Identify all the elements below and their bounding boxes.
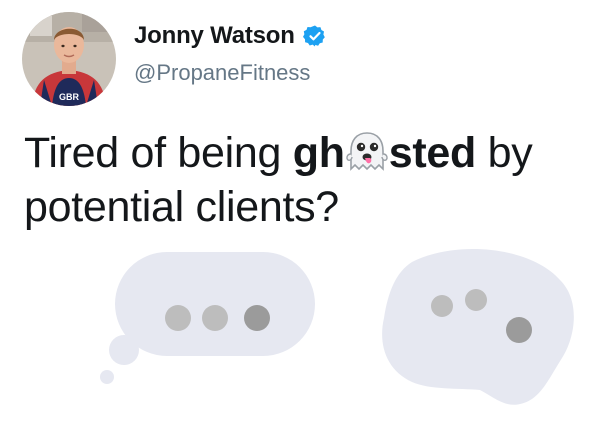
tweet-text-bold-start: gh — [292, 129, 345, 177]
author-display-name[interactable]: Jonny Watson — [134, 22, 295, 50]
author-name-row: Jonny Watson — [134, 22, 327, 50]
tweet-text-bold-end: sted — [388, 129, 477, 177]
tweet-text: Tired of being gh sted by potential clie… — [24, 126, 584, 234]
tweet-text-part2: by — [475, 129, 533, 177]
tweet-text-part1: Tired of being — [24, 129, 293, 177]
author-handle[interactable]: @PropaneFitness — [134, 60, 310, 86]
wobbly-typing-bubble-icon — [382, 249, 574, 405]
tweet-text-line2: potential clients? — [24, 183, 339, 231]
avatar[interactable]: GBR — [22, 12, 116, 106]
tweet-image[interactable] — [0, 240, 600, 424]
typing-dot-2 — [202, 305, 228, 331]
verified-badge-icon — [302, 24, 327, 48]
avatar-photo: GBR — [22, 12, 116, 106]
typing-dot-1 — [165, 305, 191, 331]
avatar-jersey-text: GBR — [59, 92, 80, 102]
wobbly-dot-1 — [431, 295, 453, 317]
typing-dot-3 — [244, 305, 270, 331]
wobbly-dot-3 — [506, 317, 532, 343]
ghost-emoji-icon — [345, 130, 389, 174]
wobbly-dot-2 — [465, 289, 487, 311]
typing-bubble-icon — [100, 252, 315, 384]
